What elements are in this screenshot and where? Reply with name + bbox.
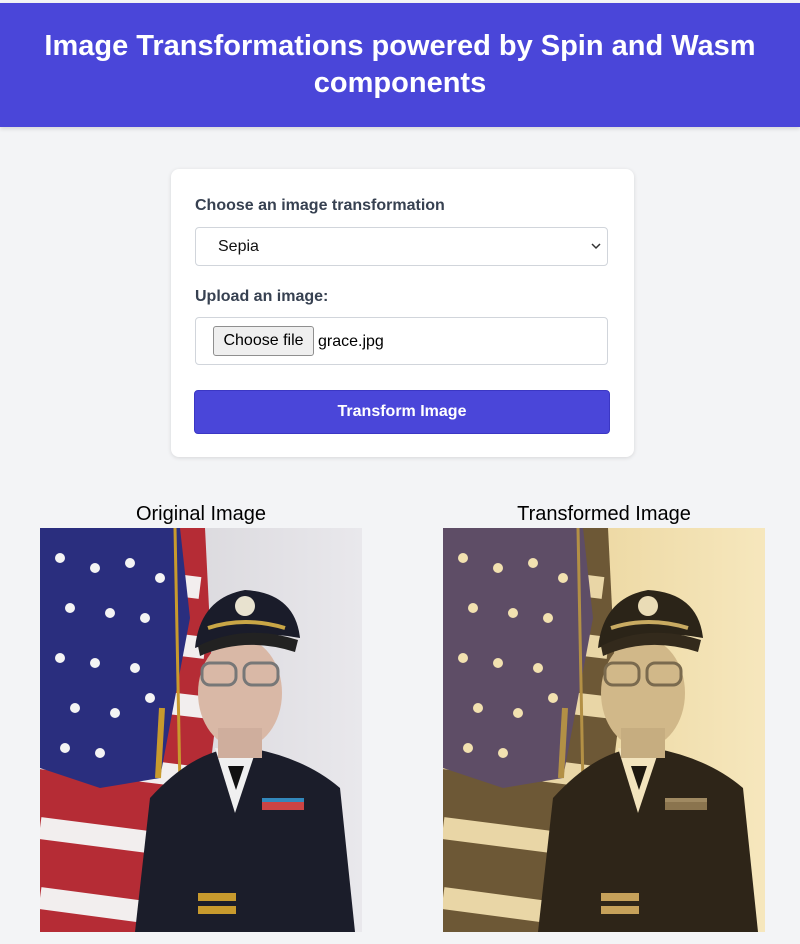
transform-select[interactable]: Sepia bbox=[195, 227, 608, 266]
transformed-image-caption: Transformed Image bbox=[517, 503, 691, 525]
page: Image Transformations powered by Spin an… bbox=[0, 0, 800, 944]
original-image-caption: Original Image bbox=[135, 503, 267, 525]
transform-select-value: Sepia bbox=[218, 238, 259, 255]
upload-label: Upload an image: bbox=[195, 288, 329, 305]
transform-form: Choose an image transformation Sepia Upl… bbox=[171, 169, 634, 457]
choose-file-button[interactable]: Choose file bbox=[213, 326, 314, 356]
file-name: grace.jpg bbox=[318, 333, 384, 350]
transform-label: Choose an image transformation bbox=[195, 197, 445, 214]
original-image bbox=[40, 528, 362, 932]
page-title: Image Transformations powered by Spin an… bbox=[44, 30, 756, 99]
transform-image-button[interactable]: Transform Image bbox=[194, 390, 610, 434]
transformed-image bbox=[443, 528, 765, 932]
app-header: Image Transformations powered by Spin an… bbox=[0, 3, 800, 127]
chevron-down-icon bbox=[591, 243, 601, 250]
file-input[interactable]: Choose file grace.jpg bbox=[195, 317, 608, 365]
